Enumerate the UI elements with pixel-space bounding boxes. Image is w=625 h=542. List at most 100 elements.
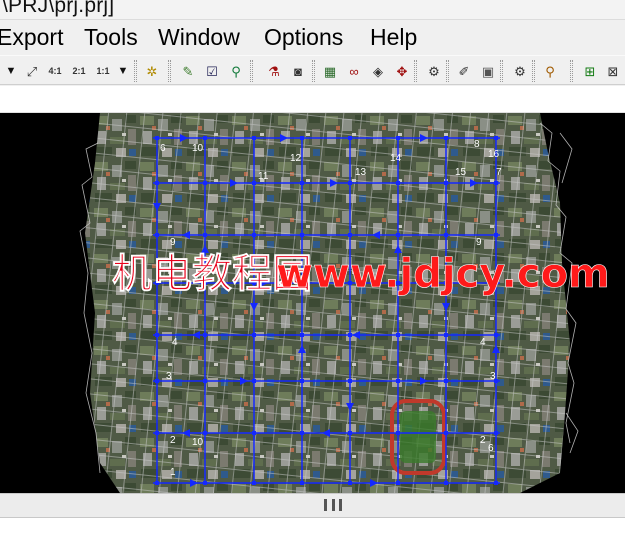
brush-icon[interactable]: ✐ [454,61,474,81]
application-window: \PRJ\prj.prj] Export Tools Window Option… [0,0,625,542]
waypoint [203,233,207,237]
package-icon[interactable]: ▣ [478,61,498,81]
menu-window[interactable]: Window [158,24,240,51]
waypoint [494,333,498,337]
waypoint [396,233,400,237]
waypoint [444,181,448,185]
glasses-icon[interactable]: ∞ [344,61,364,81]
toolbar: ▼ ⤢ 4:1 2:1 1:1 ▼ ✲ ✎ ☑ ⚲ ⚗ ◙ ▦ ∞ ◈ ✥ ⚙ … [0,55,625,85]
waypoint [155,181,159,185]
image-edit-icon[interactable]: ✎ [178,61,198,81]
waypoint [494,233,498,237]
waypoint [494,181,498,185]
waypoint [155,136,159,140]
waypoint [203,481,207,485]
flight-plan-canvas: 6 10 12 13 14 15 16 7 8 11 9 9 4 4 3 3 2… [79,113,610,493]
cross-diamond-icon[interactable]: ✥ [392,61,412,81]
menu-help[interactable]: Help [370,24,417,51]
settings-gear-icon[interactable]: ⚙ [510,61,530,81]
toolbar-separator [570,60,573,82]
waypoint [396,481,400,485]
checkbox-edit-icon[interactable]: ☑ [202,61,222,81]
toolbar-separator [250,60,253,82]
strip-label: 9 [476,237,482,248]
waypoint [348,333,352,337]
waypoint [252,481,256,485]
toolbar-separator [168,60,171,82]
waypoint [155,333,159,337]
toolbar-separator [312,60,315,82]
zoom-dropdown-icon[interactable]: ▼ [116,61,130,81]
map-viewport[interactable]: 6 10 12 13 14 15 16 7 8 11 9 9 4 4 3 3 2… [0,113,625,493]
photo-grid-icon[interactable]: ▦ [320,61,340,81]
waypoint [203,181,207,185]
dropdown-arrow-icon[interactable]: ▼ [4,61,18,81]
zoom-4-1-button[interactable]: 4:1 [45,61,65,81]
secondary-toolbar [0,86,625,113]
waypoint [300,136,304,140]
strip-label: 2 [170,435,176,446]
flask-icon[interactable]: ⚗ [264,61,284,81]
strip-label: 14 [390,153,402,164]
strip-label: 10 [192,437,204,448]
diamond-icon[interactable]: ◈ [368,61,388,81]
waypoint [444,233,448,237]
waypoint [252,431,256,435]
waypoint [155,379,159,383]
waypoint [252,181,256,185]
strip-label: 8 [474,139,480,150]
waypoint [348,431,352,435]
waypoint [300,431,304,435]
waypoint [396,181,400,185]
waypoint [155,431,159,435]
waypoint [494,431,498,435]
waypoint [444,333,448,337]
waypoint [252,233,256,237]
toolbar-separator [532,60,535,82]
person-marker-icon[interactable]: ⚲ [540,61,560,81]
strip-label: 7 [496,167,502,178]
waypoint [348,233,352,237]
strip-label: 11 [258,171,269,182]
waypoint [300,481,304,485]
toolbar-separator [414,60,417,82]
waypoint [203,333,207,337]
bottom-panel [0,518,625,542]
zoom-2-1-button[interactable]: 2:1 [69,61,89,81]
strip-label: 1 [170,467,176,478]
waypoint [444,431,448,435]
waypoint [348,136,352,140]
zoom-1-1-button[interactable]: 1:1 [93,61,113,81]
menu-tools[interactable]: Tools [84,24,138,51]
waypoint [252,136,256,140]
menu-options[interactable]: Options [264,24,343,51]
tie-point-icon[interactable]: ⚲ [226,61,246,81]
horizontal-splitter[interactable] [0,493,625,518]
sun-star-icon[interactable]: ✲ [142,61,162,81]
waypoint [348,379,352,383]
waypoint [444,481,448,485]
waypoint [203,431,207,435]
waypoint [300,181,304,185]
splitter-grip-icon[interactable] [324,499,342,511]
menu-bar: Export Tools Window Options Help [0,21,625,53]
menu-export[interactable]: Export [0,24,63,51]
strip-label: 4 [480,337,486,348]
strip-label: 6 [160,143,166,154]
watermark-url: www.jdjcy.com [276,251,610,297]
waypoint [155,233,159,237]
waypoint [300,233,304,237]
camera-icon[interactable]: ◙ [288,61,308,81]
gears-icon[interactable]: ⚙ [424,61,444,81]
add-document-icon[interactable]: ⊞ [580,61,600,81]
strip-label: 3 [490,371,496,382]
strip-label: 15 [455,167,467,178]
close-document-icon[interactable]: ⊠ [603,61,623,81]
strip-label: 10 [192,143,204,154]
waypoint [348,481,352,485]
strip-label: 16 [488,149,500,160]
strip-label: 3 [166,371,172,382]
waypoint [252,379,256,383]
waypoint [494,481,498,485]
zoom-extents-icon[interactable]: ⤢ [22,61,42,81]
